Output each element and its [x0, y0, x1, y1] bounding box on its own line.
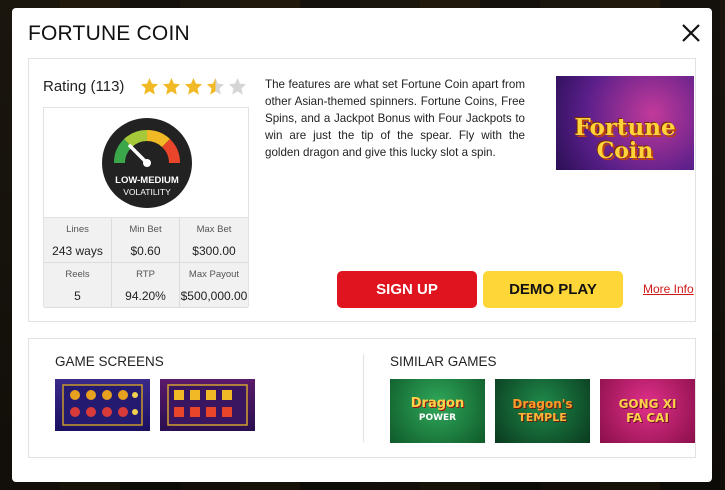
volatility-line1: LOW-MEDIUM: [115, 175, 179, 186]
game-screen-thumbnail[interactable]: [55, 379, 150, 431]
stat-min-bet: Min Bet $0.60: [112, 218, 180, 263]
similar-game-title-line1: Dragon's: [512, 397, 573, 411]
stat-value: 5: [74, 289, 81, 303]
game-thumbnail[interactable]: Fortune Coin: [556, 76, 694, 170]
rating-stars: [140, 77, 247, 96]
similar-game-thumbnail[interactable]: Dragon's TEMPLE: [495, 379, 590, 443]
demo-play-button[interactable]: DEMO PLAY: [483, 271, 623, 308]
volatility-gauge: LOW-MEDIUM VOLATILITY: [44, 108, 248, 218]
similar-game-title-line1: Dragon: [410, 396, 465, 411]
close-button[interactable]: [680, 22, 702, 44]
stat-max-payout: Max Payout $500,000.00: [180, 263, 248, 308]
similar-game-title-line1: GONG XI: [618, 397, 677, 411]
stat-lines: Lines 243 ways: [44, 218, 112, 263]
star-icon: [185, 77, 203, 95]
slot-reels-icon: [167, 384, 248, 426]
stat-label: Min Bet: [129, 224, 162, 235]
similar-game-title-line2: TEMPLE: [518, 411, 567, 424]
stat-reels: Reels 5: [44, 263, 112, 308]
stat-value: 243 ways: [52, 244, 103, 258]
similar-game-title-line2: POWER: [418, 413, 457, 423]
stat-value: $500,000.00: [180, 289, 248, 303]
sign-up-button[interactable]: SIGN UP: [337, 271, 477, 308]
rating: Rating (113): [43, 77, 247, 96]
game-screen-thumbnail[interactable]: [160, 379, 255, 431]
similar-games-title: SIMILAR GAMES: [390, 354, 497, 369]
game-description: The features are what set Fortune Coin a…: [265, 78, 525, 159]
volatility-line2: VOLATILITY: [123, 187, 171, 197]
rating-label: Rating (113): [43, 78, 125, 95]
similar-game-thumbnail[interactable]: GONG XI FA CAI: [600, 379, 695, 443]
similar-game-title-line2: FA CAI: [626, 411, 669, 425]
stat-value: $0.60: [130, 244, 161, 258]
similar-game-thumbnail[interactable]: Dragon POWER: [390, 379, 485, 443]
star-icon: [229, 77, 247, 95]
stat-rtp: RTP 94.20%: [112, 263, 180, 308]
slot-reels-icon: [62, 384, 143, 426]
stat-label: Max Bet: [196, 224, 232, 235]
thumbnail-title-line1: Fortune: [574, 114, 676, 141]
more-info-link[interactable]: More Info: [643, 282, 694, 296]
star-icon: [163, 77, 181, 95]
volatility-gauge-icon: LOW-MEDIUM VOLATILITY: [102, 118, 192, 208]
thumbnail-title-line2: Coin: [596, 138, 654, 164]
media-panel: GAME SCREENS SIMILAR GAMES Dragon POWER: [28, 338, 696, 458]
stat-value: $300.00: [192, 244, 236, 258]
game-details-panel: Rating (113) LOW-MEDIUM VOLATILITY Lines…: [28, 58, 696, 322]
game-screens-title: GAME SCREENS: [55, 354, 164, 369]
stat-label: Reels: [65, 269, 90, 280]
stat-label: Max Payout: [188, 269, 240, 280]
similar-game-title: Dragon POWER: [390, 397, 485, 425]
stats-grid: Lines 243 ways Min Bet $0.60 Max Bet $30…: [44, 218, 248, 308]
similar-game-title: Dragon's TEMPLE: [495, 397, 590, 425]
star-icon: [141, 77, 159, 95]
stat-max-bet: Max Bet $300.00: [180, 218, 248, 263]
stats-box: LOW-MEDIUM VOLATILITY Lines 243 ways Min…: [43, 107, 249, 308]
star-icon: [207, 77, 225, 95]
stat-value: 94.20%: [125, 289, 166, 303]
modal-title: FORTUNE COIN: [28, 22, 190, 45]
similar-game-title: GONG XI FA CAI: [600, 397, 695, 425]
game-info-modal: FORTUNE COIN Rating (113) LOW-MEDIUM VOL…: [12, 8, 712, 482]
section-divider: [363, 354, 364, 442]
close-icon: [682, 24, 700, 42]
stat-label: RTP: [136, 269, 155, 280]
stat-label: Lines: [66, 224, 89, 235]
